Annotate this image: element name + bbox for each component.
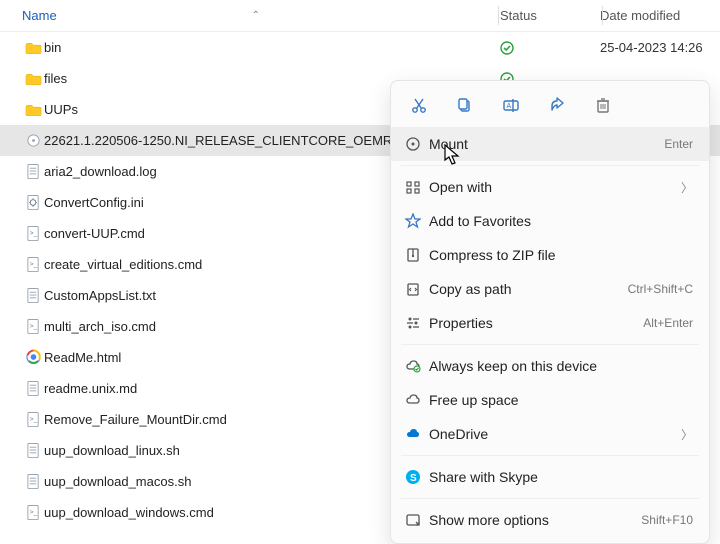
menu-item-more[interactable]: Show more optionsShift+F10: [391, 503, 709, 537]
menu-item-cloud-free[interactable]: Free up space: [391, 383, 709, 417]
file-type-icon: [22, 442, 44, 459]
menu-item-label: OneDrive: [429, 426, 681, 442]
chevron-right-icon: 〉: [681, 179, 693, 196]
menu-separator: [401, 455, 699, 456]
column-divider: [602, 6, 603, 25]
menu-item-shortcut: Shift+F10: [641, 513, 693, 527]
file-type-icon: [22, 411, 44, 428]
menu-separator: [401, 165, 699, 166]
file-type-icon: [22, 473, 44, 490]
file-date: 25-04-2023 14:26: [600, 40, 720, 55]
share-icon: [549, 97, 565, 113]
context-iconbar: [391, 81, 709, 127]
cut-icon: [411, 97, 427, 113]
rename-button[interactable]: [497, 91, 525, 119]
copypath-icon: [405, 281, 429, 297]
menu-item-zip[interactable]: Compress to ZIP file: [391, 238, 709, 272]
sync-ok-icon: [500, 41, 514, 55]
menu-item-label: Free up space: [429, 392, 693, 408]
chevron-right-icon: 〉: [681, 426, 693, 443]
delete-button[interactable]: [589, 91, 617, 119]
props-icon: [405, 315, 429, 331]
file-status: [500, 41, 600, 55]
menu-separator: [401, 344, 699, 345]
file-type-icon: [22, 72, 44, 86]
rename-icon: [503, 97, 519, 113]
skype-icon: [405, 469, 429, 485]
copy-icon: [457, 97, 473, 113]
menu-item-shortcut: Ctrl+Shift+C: [628, 282, 693, 296]
file-type-icon: [22, 380, 44, 397]
menu-item-openwith[interactable]: Open with〉: [391, 170, 709, 204]
more-icon: [405, 512, 429, 528]
menu-item-label: Add to Favorites: [429, 213, 693, 229]
menu-item-label: Properties: [429, 315, 643, 331]
context-menu: MountEnterOpen with〉Add to FavoritesComp…: [390, 80, 710, 544]
cloud-free-icon: [405, 392, 429, 408]
menu-item-label: Compress to ZIP file: [429, 247, 693, 263]
file-type-icon: [22, 318, 44, 335]
column-name-label: Name: [22, 8, 57, 23]
menu-item-label: Show more options: [429, 512, 641, 528]
cloud-keep-icon: [405, 358, 429, 374]
zip-icon: [405, 247, 429, 263]
openwith-icon: [405, 179, 429, 195]
file-type-icon: [22, 194, 44, 211]
menu-item-label: Mount: [429, 136, 664, 152]
column-date-label: Date modified: [600, 8, 680, 23]
menu-item-cloud-keep[interactable]: Always keep on this device: [391, 349, 709, 383]
menu-item-label: Share with Skype: [429, 469, 693, 485]
column-status-label: Status: [500, 8, 537, 23]
file-type-icon: [22, 256, 44, 273]
menu-item-star[interactable]: Add to Favorites: [391, 204, 709, 238]
column-date-header[interactable]: Date modified: [600, 8, 720, 23]
file-type-icon: [22, 163, 44, 180]
column-header: Name ⌃ Status Date modified: [0, 0, 720, 32]
file-row[interactable]: bin 25-04-2023 14:26: [0, 32, 720, 63]
menu-item-shortcut: Enter: [664, 137, 693, 151]
cut-button[interactable]: [405, 91, 433, 119]
menu-item-label: Always keep on this device: [429, 358, 693, 374]
menu-item-skype[interactable]: Share with Skype: [391, 460, 709, 494]
file-type-icon: [22, 225, 44, 242]
menu-item-props[interactable]: PropertiesAlt+Enter: [391, 306, 709, 340]
column-name-header[interactable]: Name ⌃: [22, 8, 500, 23]
column-status-header[interactable]: Status: [500, 8, 600, 23]
file-type-icon: [22, 349, 44, 366]
file-type-icon: [22, 103, 44, 117]
file-type-icon: [22, 287, 44, 304]
share-button[interactable]: [543, 91, 571, 119]
sort-caret-icon: ⌃: [252, 10, 260, 21]
file-name: bin: [44, 40, 500, 55]
menu-item-onedrive[interactable]: OneDrive〉: [391, 417, 709, 451]
copy-button[interactable]: [451, 91, 479, 119]
delete-icon: [595, 97, 611, 113]
menu-separator: [401, 498, 699, 499]
file-type-icon: [22, 41, 44, 55]
file-type-icon: [22, 132, 44, 149]
menu-item-label: Open with: [429, 179, 681, 195]
file-type-icon: [22, 504, 44, 521]
menu-item-copypath[interactable]: Copy as pathCtrl+Shift+C: [391, 272, 709, 306]
menu-item-mount[interactable]: MountEnter: [391, 127, 709, 161]
star-icon: [405, 213, 429, 229]
onedrive-icon: [405, 426, 429, 442]
menu-item-shortcut: Alt+Enter: [643, 316, 693, 330]
column-divider: [498, 6, 499, 25]
menu-item-label: Copy as path: [429, 281, 628, 297]
mount-icon: [405, 136, 429, 152]
